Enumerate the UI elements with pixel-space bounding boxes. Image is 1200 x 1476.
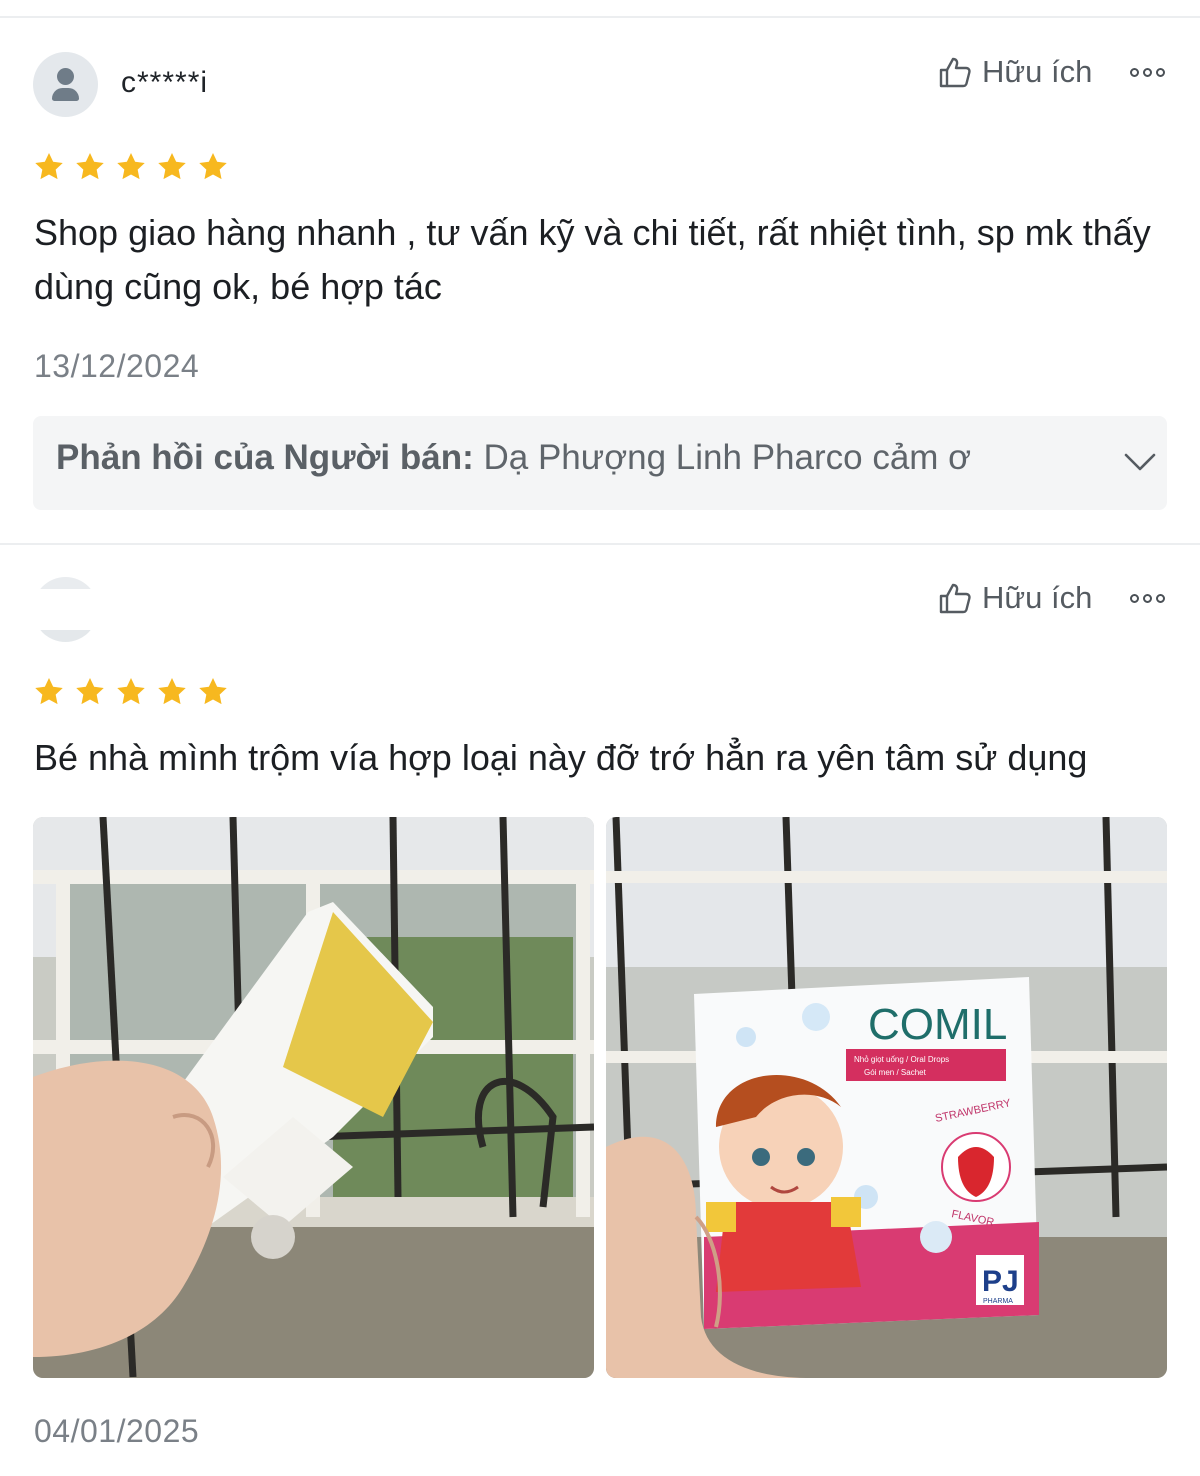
star-icon: [117, 153, 145, 180]
chevron-down-icon[interactable]: [1123, 450, 1157, 474]
more-options-icon[interactable]: [1130, 594, 1165, 603]
review-text: Bé nhà mình trộm vía hợp loại này đỡ trớ…: [34, 737, 1088, 778]
maker-sub: PHARMA: [983, 1298, 1013, 1305]
avatar[interactable]: [33, 52, 98, 117]
helpful-button[interactable]: Hữu ích: [938, 54, 1092, 90]
helpful-label: Hữu ích: [982, 580, 1093, 615]
review-date: 04/01/2025: [34, 1413, 200, 1449]
seller-reply-text: Phản hồi của Người bán: Dạ Phượng Linh P…: [56, 438, 1046, 488]
seller-reply-body: Dạ Phượng Linh Pharco cảm ơ: [483, 438, 972, 477]
top-divider: [0, 16, 1200, 18]
maker-logo: PJ: [982, 1265, 1019, 1298]
seller-reply-label: Phản hồi của Người bán:: [56, 438, 474, 477]
star-icon: [35, 678, 63, 705]
star-rating: [33, 151, 229, 183]
more-options-icon[interactable]: [1130, 68, 1165, 77]
username: c*****i: [121, 66, 209, 99]
star-icon: [35, 153, 63, 180]
review-text: Shop giao hàng nhanh , tư vấn kỹ và chi …: [34, 212, 1151, 307]
star-icon: [199, 153, 227, 180]
helpful-label: Hữu ích: [982, 54, 1093, 89]
star-rating: [33, 676, 229, 708]
avatar[interactable]: [33, 577, 98, 642]
user-icon: [57, 68, 74, 85]
star-icon: [199, 678, 227, 705]
thumbs-up-icon: [939, 583, 971, 614]
brand-text: COMIL: [868, 1000, 1007, 1049]
star-icon: [158, 678, 186, 705]
star-icon: [76, 153, 104, 180]
star-icon: [117, 678, 145, 705]
star-icon: [158, 153, 186, 180]
seller-reply[interactable]: Phản hồi của Người bán: Dạ Phượng Linh P…: [33, 416, 1167, 510]
product-subtitle: Gói men / Sachet: [864, 1068, 927, 1077]
thumbs-up-icon: [939, 57, 971, 88]
review-divider: [0, 543, 1200, 545]
review-photo[interactable]: COMIL Nhỏ giọt uống / Oral Drops Gói men…: [606, 817, 1167, 1378]
product-box-photo: COMIL Nhỏ giọt uống / Oral Drops Gói men…: [606, 817, 1167, 1378]
product-subtitle: Nhỏ giọt uống / Oral Drops: [854, 1055, 949, 1064]
helpful-button[interactable]: Hữu ích: [938, 580, 1092, 616]
review-photo[interactable]: [33, 817, 594, 1378]
review-date: 13/12/2024: [34, 348, 200, 384]
open-box-photo: [33, 817, 594, 1378]
star-icon: [76, 678, 104, 705]
